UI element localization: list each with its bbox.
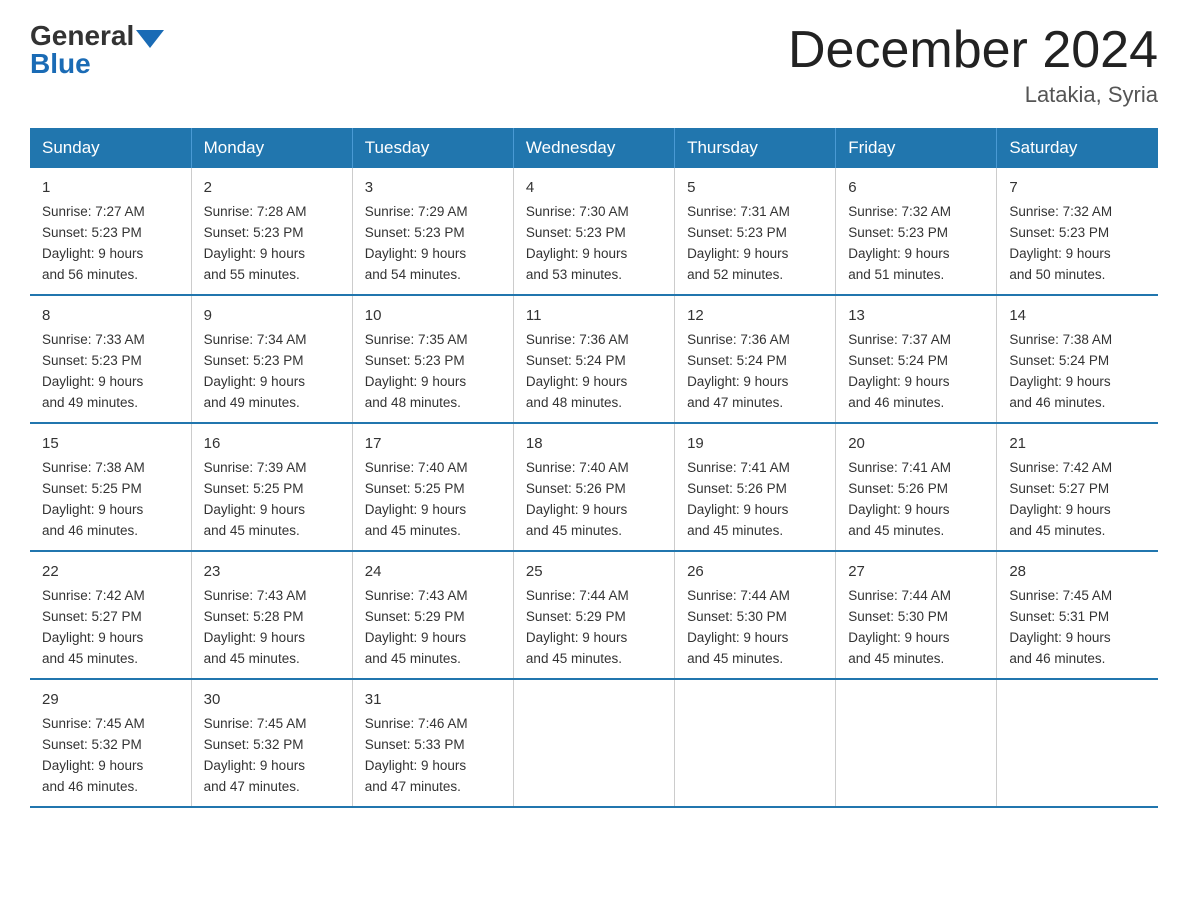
- calendar-cell: 24Sunrise: 7:43 AMSunset: 5:29 PMDayligh…: [352, 551, 513, 679]
- col-header-sunday: Sunday: [30, 128, 191, 168]
- day-number: 15: [42, 432, 179, 455]
- day-number: 28: [1009, 560, 1146, 583]
- calendar-cell: 16Sunrise: 7:39 AMSunset: 5:25 PMDayligh…: [191, 423, 352, 551]
- page-header: General Blue December 2024 Latakia, Syri…: [30, 20, 1158, 108]
- day-number: 2: [204, 176, 340, 199]
- day-number: 26: [687, 560, 823, 583]
- calendar-cell: 13Sunrise: 7:37 AMSunset: 5:24 PMDayligh…: [836, 295, 997, 423]
- col-header-friday: Friday: [836, 128, 997, 168]
- calendar-cell: 20Sunrise: 7:41 AMSunset: 5:26 PMDayligh…: [836, 423, 997, 551]
- calendar-cell: 21Sunrise: 7:42 AMSunset: 5:27 PMDayligh…: [997, 423, 1158, 551]
- logo: General Blue: [30, 20, 164, 80]
- day-number: 4: [526, 176, 662, 199]
- calendar-week-3: 15Sunrise: 7:38 AMSunset: 5:25 PMDayligh…: [30, 423, 1158, 551]
- day-number: 21: [1009, 432, 1146, 455]
- day-number: 1: [42, 176, 179, 199]
- day-number: 19: [687, 432, 823, 455]
- day-number: 17: [365, 432, 501, 455]
- day-number: 25: [526, 560, 662, 583]
- calendar-cell: 5Sunrise: 7:31 AMSunset: 5:23 PMDaylight…: [675, 168, 836, 295]
- calendar-cell: 25Sunrise: 7:44 AMSunset: 5:29 PMDayligh…: [513, 551, 674, 679]
- day-number: 24: [365, 560, 501, 583]
- calendar-cell: 18Sunrise: 7:40 AMSunset: 5:26 PMDayligh…: [513, 423, 674, 551]
- day-number: 7: [1009, 176, 1146, 199]
- day-number: 23: [204, 560, 340, 583]
- day-number: 6: [848, 176, 984, 199]
- logo-arrow-icon: [136, 30, 164, 48]
- day-number: 5: [687, 176, 823, 199]
- calendar-cell: 4Sunrise: 7:30 AMSunset: 5:23 PMDaylight…: [513, 168, 674, 295]
- location-label: Latakia, Syria: [788, 82, 1158, 108]
- day-number: 11: [526, 304, 662, 327]
- calendar-cell: 26Sunrise: 7:44 AMSunset: 5:30 PMDayligh…: [675, 551, 836, 679]
- day-number: 13: [848, 304, 984, 327]
- calendar-cell: 6Sunrise: 7:32 AMSunset: 5:23 PMDaylight…: [836, 168, 997, 295]
- calendar-cell: 2Sunrise: 7:28 AMSunset: 5:23 PMDaylight…: [191, 168, 352, 295]
- calendar-cell: 1Sunrise: 7:27 AMSunset: 5:23 PMDaylight…: [30, 168, 191, 295]
- calendar-cell: 19Sunrise: 7:41 AMSunset: 5:26 PMDayligh…: [675, 423, 836, 551]
- calendar-cell: 27Sunrise: 7:44 AMSunset: 5:30 PMDayligh…: [836, 551, 997, 679]
- calendar-cell: 15Sunrise: 7:38 AMSunset: 5:25 PMDayligh…: [30, 423, 191, 551]
- calendar-cell: 7Sunrise: 7:32 AMSunset: 5:23 PMDaylight…: [997, 168, 1158, 295]
- calendar-cell: 17Sunrise: 7:40 AMSunset: 5:25 PMDayligh…: [352, 423, 513, 551]
- day-number: 9: [204, 304, 340, 327]
- calendar-cell: [836, 679, 997, 807]
- calendar-cell: 14Sunrise: 7:38 AMSunset: 5:24 PMDayligh…: [997, 295, 1158, 423]
- calendar-cell: 30Sunrise: 7:45 AMSunset: 5:32 PMDayligh…: [191, 679, 352, 807]
- calendar-cell: 10Sunrise: 7:35 AMSunset: 5:23 PMDayligh…: [352, 295, 513, 423]
- calendar-cell: 29Sunrise: 7:45 AMSunset: 5:32 PMDayligh…: [30, 679, 191, 807]
- month-title: December 2024: [788, 20, 1158, 80]
- day-number: 31: [365, 688, 501, 711]
- col-header-tuesday: Tuesday: [352, 128, 513, 168]
- calendar-cell: [675, 679, 836, 807]
- col-header-thursday: Thursday: [675, 128, 836, 168]
- day-number: 3: [365, 176, 501, 199]
- day-number: 30: [204, 688, 340, 711]
- calendar-cell: 3Sunrise: 7:29 AMSunset: 5:23 PMDaylight…: [352, 168, 513, 295]
- calendar-week-5: 29Sunrise: 7:45 AMSunset: 5:32 PMDayligh…: [30, 679, 1158, 807]
- day-number: 16: [204, 432, 340, 455]
- calendar-cell: 31Sunrise: 7:46 AMSunset: 5:33 PMDayligh…: [352, 679, 513, 807]
- col-header-saturday: Saturday: [997, 128, 1158, 168]
- day-number: 14: [1009, 304, 1146, 327]
- calendar-week-2: 8Sunrise: 7:33 AMSunset: 5:23 PMDaylight…: [30, 295, 1158, 423]
- title-block: December 2024 Latakia, Syria: [788, 20, 1158, 108]
- day-number: 12: [687, 304, 823, 327]
- calendar-cell: 28Sunrise: 7:45 AMSunset: 5:31 PMDayligh…: [997, 551, 1158, 679]
- calendar-cell: 8Sunrise: 7:33 AMSunset: 5:23 PMDaylight…: [30, 295, 191, 423]
- calendar-cell: 23Sunrise: 7:43 AMSunset: 5:28 PMDayligh…: [191, 551, 352, 679]
- day-number: 8: [42, 304, 179, 327]
- calendar-cell: 12Sunrise: 7:36 AMSunset: 5:24 PMDayligh…: [675, 295, 836, 423]
- calendar-cell: [513, 679, 674, 807]
- day-number: 20: [848, 432, 984, 455]
- day-number: 18: [526, 432, 662, 455]
- day-number: 22: [42, 560, 179, 583]
- calendar-table: SundayMondayTuesdayWednesdayThursdayFrid…: [30, 128, 1158, 808]
- calendar-header-row: SundayMondayTuesdayWednesdayThursdayFrid…: [30, 128, 1158, 168]
- col-header-monday: Monday: [191, 128, 352, 168]
- day-number: 27: [848, 560, 984, 583]
- calendar-cell: [997, 679, 1158, 807]
- col-header-wednesday: Wednesday: [513, 128, 674, 168]
- calendar-week-1: 1Sunrise: 7:27 AMSunset: 5:23 PMDaylight…: [30, 168, 1158, 295]
- calendar-cell: 11Sunrise: 7:36 AMSunset: 5:24 PMDayligh…: [513, 295, 674, 423]
- day-number: 29: [42, 688, 179, 711]
- calendar-cell: 9Sunrise: 7:34 AMSunset: 5:23 PMDaylight…: [191, 295, 352, 423]
- calendar-week-4: 22Sunrise: 7:42 AMSunset: 5:27 PMDayligh…: [30, 551, 1158, 679]
- day-number: 10: [365, 304, 501, 327]
- logo-blue-text: Blue: [30, 48, 164, 80]
- calendar-cell: 22Sunrise: 7:42 AMSunset: 5:27 PMDayligh…: [30, 551, 191, 679]
